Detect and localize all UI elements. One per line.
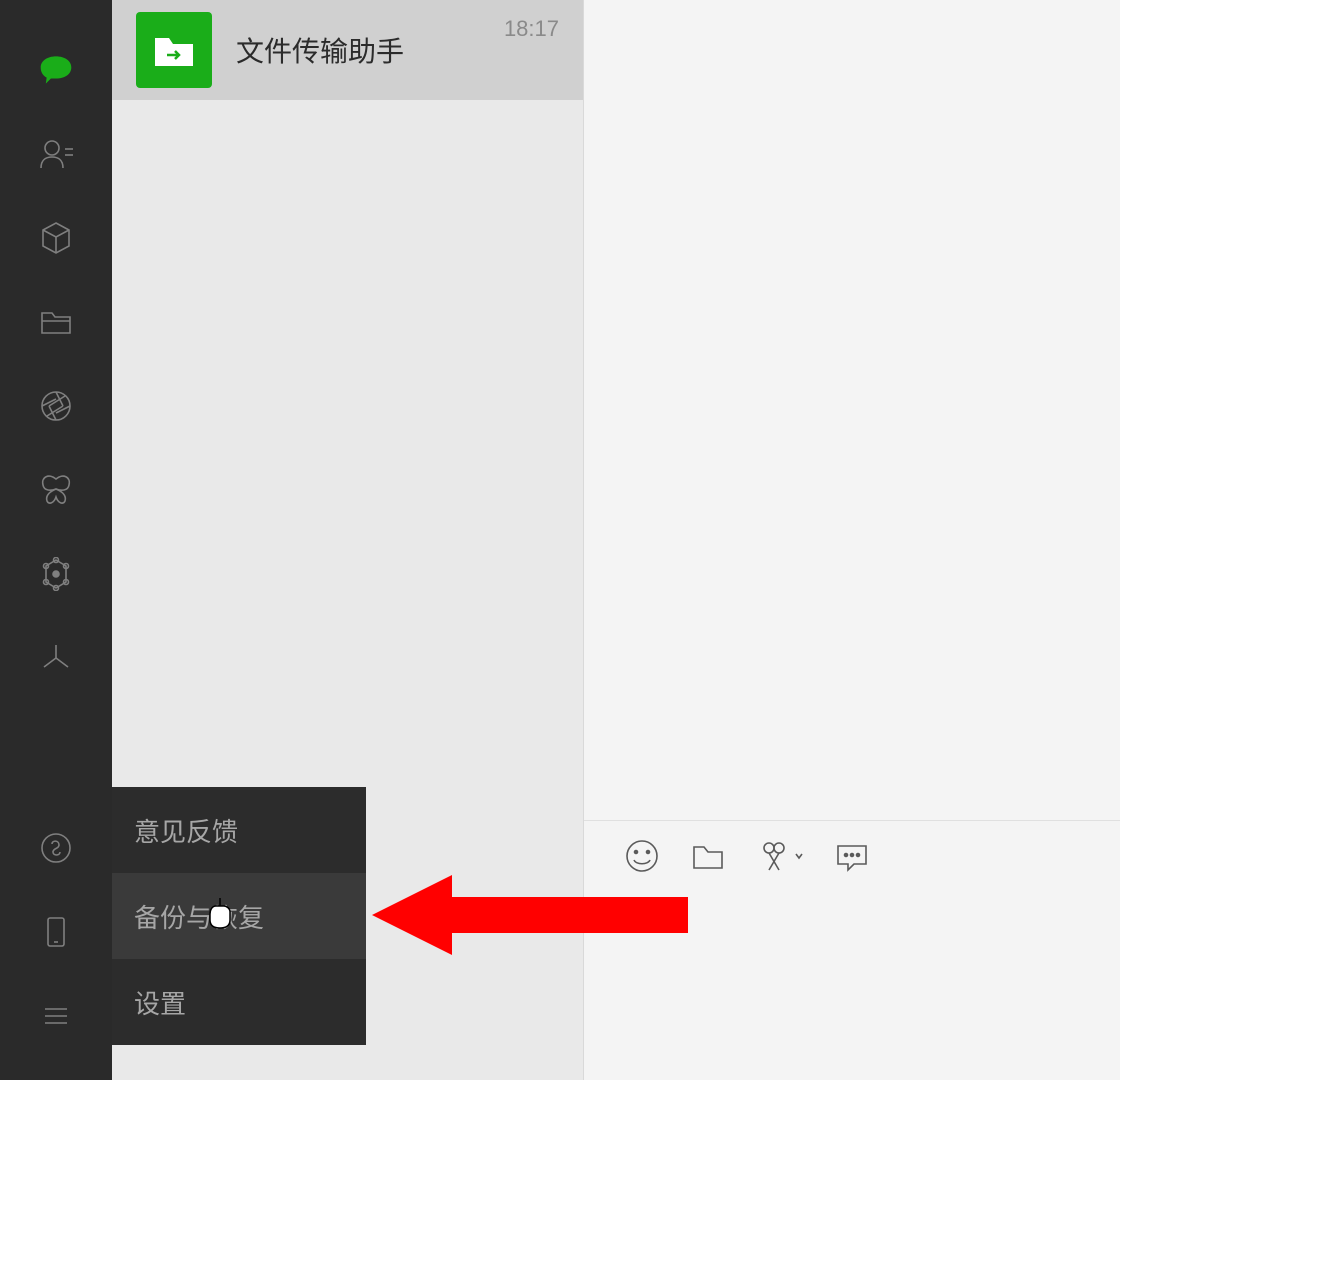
menu-settings[interactable]: 设置: [112, 959, 366, 1045]
nav-chat-icon[interactable]: [36, 50, 76, 90]
nav-folder-icon[interactable]: [36, 302, 76, 342]
settings-popup-menu: 意见反馈 备份与恢复 设置: [112, 787, 366, 1045]
message-icon[interactable]: [834, 838, 870, 874]
emoji-icon[interactable]: [624, 838, 660, 874]
chat-messages-area: [584, 0, 1120, 820]
nav-atom-icon[interactable]: [36, 554, 76, 594]
conversation-time: 18:17: [504, 16, 559, 42]
nav-phone-icon[interactable]: [36, 912, 76, 952]
nav-butterfly-icon[interactable]: [36, 470, 76, 510]
chat-pane: [584, 0, 1120, 1080]
nav-menu-icon[interactable]: [36, 996, 76, 1036]
file-icon[interactable]: [690, 838, 726, 874]
chat-toolbar: [584, 821, 1120, 891]
nav-miniprogram-icon[interactable]: [36, 828, 76, 868]
menu-feedback[interactable]: 意见反馈: [112, 787, 366, 873]
conversation-title: 文件传输助手: [236, 30, 504, 70]
nav-aperture-icon[interactable]: [36, 386, 76, 426]
nav-cube-icon[interactable]: [36, 218, 76, 258]
chat-input-area[interactable]: [584, 820, 1120, 1080]
nav-asterisk-icon[interactable]: [36, 638, 76, 678]
nav-contacts-icon[interactable]: [36, 134, 76, 174]
sidebar: [0, 0, 112, 1080]
menu-backup-restore[interactable]: 备份与恢复: [112, 873, 366, 959]
screenshot-icon[interactable]: [756, 838, 804, 874]
conversation-item[interactable]: 文件传输助手 18:17: [112, 0, 583, 100]
file-transfer-avatar-icon: [136, 12, 212, 88]
